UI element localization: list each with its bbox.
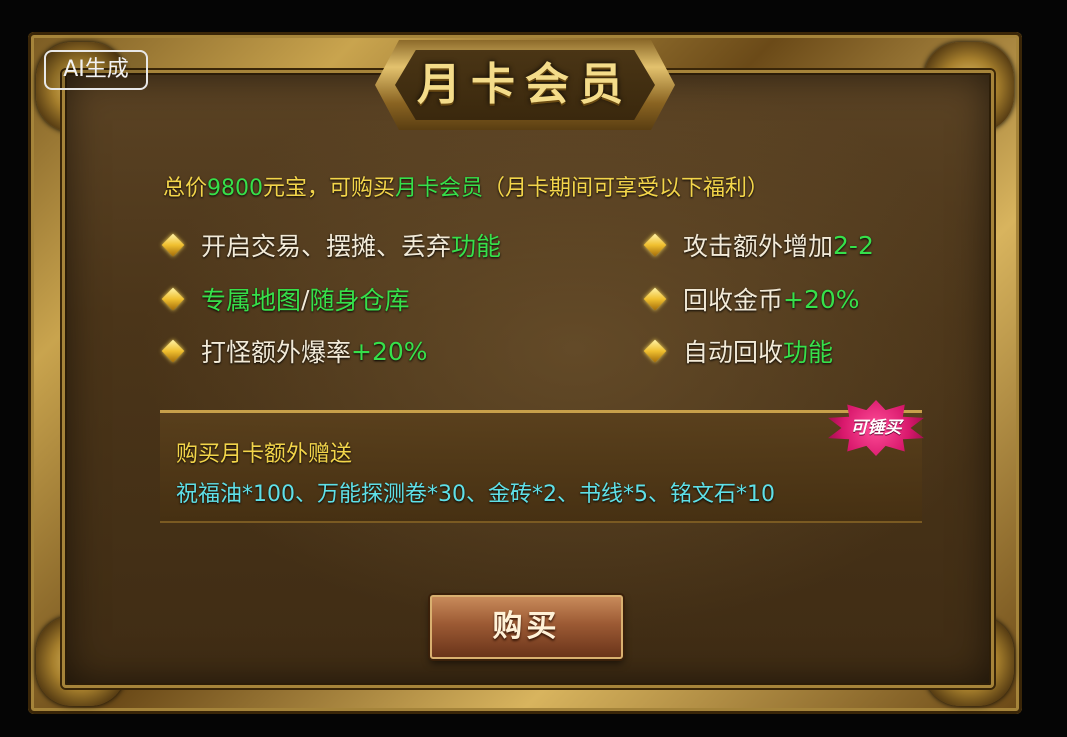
dialog-title: 月卡会员: [417, 59, 633, 110]
benefit-item: 打怪额外爆率 +20%: [161, 334, 428, 368]
bonus-title: 购买月卡额外赠送: [176, 442, 353, 467]
benefit-item: 攻击额外增加 2-2: [643, 228, 874, 262]
benefit-text: 打怪额外爆率: [201, 338, 352, 367]
diamond-bullet-icon: [161, 339, 185, 363]
intro-text: 总价: [163, 176, 208, 201]
benefit-item: 自动回收 功能: [643, 334, 834, 368]
diamond-bullet-icon: [643, 339, 667, 363]
diamond-bullet-icon: [643, 287, 667, 311]
diamond-bullet-icon: [161, 287, 185, 311]
benefit-text: 回收金币: [683, 286, 784, 315]
badge-label: 可锤买: [850, 418, 902, 438]
benefit-text: 自动回收: [683, 338, 784, 367]
benefit-highlight: +20%: [783, 284, 860, 314]
benefit-highlight: 2-2: [833, 230, 874, 260]
benefit-item: 回收金币 +20%: [643, 282, 860, 316]
benefit-highlight: 功能: [783, 338, 834, 367]
benefit-highlight: 随身仓库: [309, 286, 410, 315]
intro-text: 元宝，可购买: [263, 176, 396, 201]
price-intro: 总价9800元宝，可购买月卡会员（月卡期间可享受以下福利）: [163, 170, 769, 202]
game-screen: 月卡会员 AI生成 总价9800元宝，可购买月卡会员（月卡期间可享受以下福利） …: [0, 0, 1067, 737]
diamond-bullet-icon: [643, 233, 667, 257]
ai-generated-watermark: AI生成: [44, 50, 148, 90]
benefit-highlight: 专属地图: [201, 286, 302, 315]
benefit-item: 专属地图 / 随身仓库: [161, 282, 410, 316]
benefit-text: 开启交易、摆摊、丢弃: [201, 232, 452, 261]
buy-button[interactable]: 购买: [430, 595, 623, 659]
benefit-item: 开启交易、摆摊、丢弃 功能: [161, 228, 502, 262]
benefit-highlight: 功能: [451, 232, 502, 261]
price-value: 9800: [207, 176, 264, 201]
intro-note: （月卡期间可享受以下福利）: [483, 176, 770, 201]
benefit-text: 攻击额外增加: [683, 232, 834, 261]
benefit-highlight: +20%: [351, 336, 428, 366]
diamond-bullet-icon: [161, 233, 185, 257]
bonus-items: 祝福油*100、万能探测卷*30、金砖*2、书线*5、铭文石*10: [176, 482, 775, 507]
membership-name: 月卡会员: [395, 176, 484, 201]
